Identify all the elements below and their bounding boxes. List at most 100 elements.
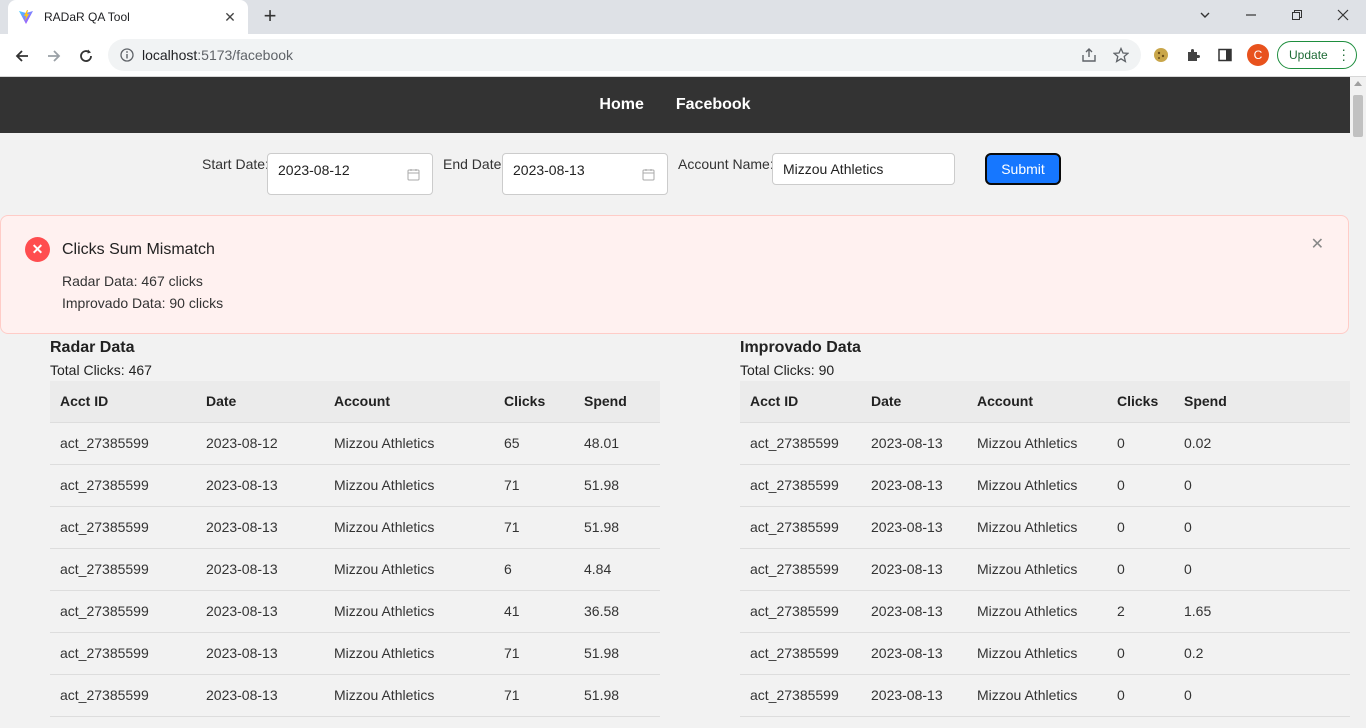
side-panel-icon[interactable] <box>1216 46 1234 64</box>
account-name-label: Account Name: <box>678 156 774 172</box>
close-alert-icon[interactable]: ✕ <box>1311 234 1324 254</box>
reload-icon[interactable] <box>75 45 97 67</box>
alert-radar-line: Radar Data: 467 clicks <box>62 273 203 289</box>
improvado-data-table: Acct ID Date Account Clicks Spend act_2738559… <box>740 381 1350 717</box>
table-cell: 65 <box>494 422 574 465</box>
page-scrollbar[interactable] <box>1350 77 1366 728</box>
table-row: act_27385599 2023-08-13 Mizzou Athletics 71… <box>50 506 660 549</box>
table-cell: 0.02 <box>1174 422 1350 465</box>
browser-tab-strip: RADaR QA Tool ✕ + <box>0 0 1366 34</box>
window-controls <box>1182 0 1366 34</box>
url-text[interactable]: localhost:5173/facebook <box>142 47 293 63</box>
table-row: act_27385599 2023-08-13 Mizzou Athletics 0 0 <box>740 674 1350 717</box>
table-cell: 41 <box>494 590 574 633</box>
site-info-icon[interactable] <box>120 48 134 62</box>
table-cell: Mizzou Athletics <box>967 632 1107 675</box>
table-cell: Mizzou Athletics <box>967 506 1107 549</box>
table-cell: Mizzou Athletics <box>324 506 494 549</box>
table-cell: 36.58 <box>574 590 660 633</box>
table-cell: act_27385599 <box>740 590 861 633</box>
radar-total-clicks: Total Clicks: 467 <box>50 362 152 378</box>
mismatch-alert: ✕ Clicks Sum Mismatch Radar Data: 467 cl… <box>0 215 1349 334</box>
table-cell: Mizzou Athletics <box>324 464 494 507</box>
column-header: Date <box>196 381 324 423</box>
column-header: Clicks <box>1107 381 1174 423</box>
scroll-up-arrow-icon[interactable] <box>1354 81 1362 86</box>
profile-avatar[interactable]: C <box>1247 44 1269 66</box>
update-button[interactable]: Update · · · <box>1277 41 1357 69</box>
table-cell: 2023-08-13 <box>861 674 967 717</box>
table-row: act_27385599 2023-08-13 Mizzou Athletics 0 0 <box>740 548 1350 591</box>
column-header: Spend <box>574 381 660 423</box>
radar-data-panel: Radar Data Total Clicks: 467 Acct ID Date… <box>50 339 660 717</box>
update-label: Update <box>1289 48 1328 62</box>
back-arrow-icon[interactable] <box>11 45 33 67</box>
table-cell: 71 <box>494 464 574 507</box>
submit-button[interactable]: Submit <box>985 153 1061 185</box>
table-cell: 2023-08-13 <box>196 506 324 549</box>
table-cell: act_27385599 <box>50 464 196 507</box>
vite-logo-icon <box>19 10 33 24</box>
extension-cookie-icon[interactable] <box>1152 46 1170 64</box>
share-icon[interactable] <box>1081 47 1097 63</box>
table-cell: act_27385599 <box>740 464 861 507</box>
account-name-value: Mizzou Athletics <box>783 161 884 177</box>
start-date-input[interactable]: 2023-08-12 <box>267 153 433 195</box>
calendar-icon[interactable] <box>407 168 420 181</box>
column-header: Clicks <box>494 381 574 423</box>
table-cell: 71 <box>494 506 574 549</box>
tab-title: RADaR QA Tool <box>44 10 130 24</box>
table-cell: 2023-08-13 <box>196 632 324 675</box>
browser-tab[interactable]: RADaR QA Tool ✕ <box>8 0 248 34</box>
close-window-icon[interactable] <box>1320 0 1366 30</box>
table-cell: 48.01 <box>574 422 660 465</box>
error-x-icon: ✕ <box>25 237 50 262</box>
table-cell: Mizzou Athletics <box>967 422 1107 465</box>
restore-icon[interactable] <box>1274 0 1320 30</box>
table-cell: 0 <box>1107 548 1174 591</box>
table-cell: Mizzou Athletics <box>324 674 494 717</box>
scroll-thumb[interactable] <box>1353 95 1363 137</box>
table-cell: 2023-08-13 <box>861 590 967 633</box>
table-cell: Mizzou Athletics <box>967 590 1107 633</box>
calendar-icon[interactable] <box>642 168 655 181</box>
table-cell: 51.98 <box>574 506 660 549</box>
table-cell: 2023-08-13 <box>861 632 967 675</box>
end-date-input[interactable]: 2023-08-13 <box>502 153 668 195</box>
new-tab-icon[interactable]: + <box>260 5 280 29</box>
close-tab-icon[interactable]: ✕ <box>222 9 238 26</box>
table-cell: 0 <box>1174 548 1350 591</box>
extensions-puzzle-icon[interactable] <box>1184 46 1202 64</box>
table-cell: 2023-08-13 <box>861 506 967 549</box>
table-row: act_27385599 2023-08-13 Mizzou Athletics 0 0 <box>740 464 1350 507</box>
table-cell: act_27385599 <box>50 548 196 591</box>
forward-arrow-icon[interactable] <box>43 45 65 67</box>
end-date-value: 2023-08-13 <box>513 161 585 178</box>
table-cell: act_27385599 <box>50 506 196 549</box>
minimize-icon[interactable] <box>1228 0 1274 30</box>
table-cell: 0 <box>1174 674 1350 717</box>
table-row: act_27385599 2023-08-13 Mizzou Athletics 71… <box>50 674 660 717</box>
radar-data-table: Acct ID Date Account Clicks Spend act_2738559… <box>50 381 660 717</box>
table-row: act_27385599 2023-08-13 Mizzou Athletics 2 1… <box>740 590 1350 633</box>
table-cell: act_27385599 <box>740 632 861 675</box>
table-cell: 0.2 <box>1174 632 1350 675</box>
alert-title: Clicks Sum Mismatch <box>62 241 215 258</box>
tab-search-icon[interactable] <box>1182 0 1228 30</box>
table-cell: Mizzou Athletics <box>324 422 494 465</box>
account-name-input[interactable]: Mizzou Athletics <box>772 153 955 185</box>
nav-link-facebook[interactable]: Facebook <box>676 96 751 114</box>
bookmark-star-icon[interactable] <box>1113 47 1129 63</box>
table-cell: 2023-08-13 <box>196 590 324 633</box>
table-cell: 0 <box>1107 464 1174 507</box>
table-cell: 2 <box>1107 590 1174 633</box>
table-cell: 0 <box>1174 464 1350 507</box>
alert-improvado-line: Improvado Data: 90 clicks <box>62 295 224 311</box>
table-cell: act_27385599 <box>740 548 861 591</box>
table-cell: act_27385599 <box>50 632 196 675</box>
improvado-panel-title: Improvado Data <box>740 339 861 356</box>
column-header: Date <box>861 381 967 423</box>
table-cell: act_27385599 <box>50 674 196 717</box>
nav-link-home[interactable]: Home <box>599 96 643 114</box>
address-bar[interactable]: localhost:5173/facebook <box>108 39 1141 71</box>
